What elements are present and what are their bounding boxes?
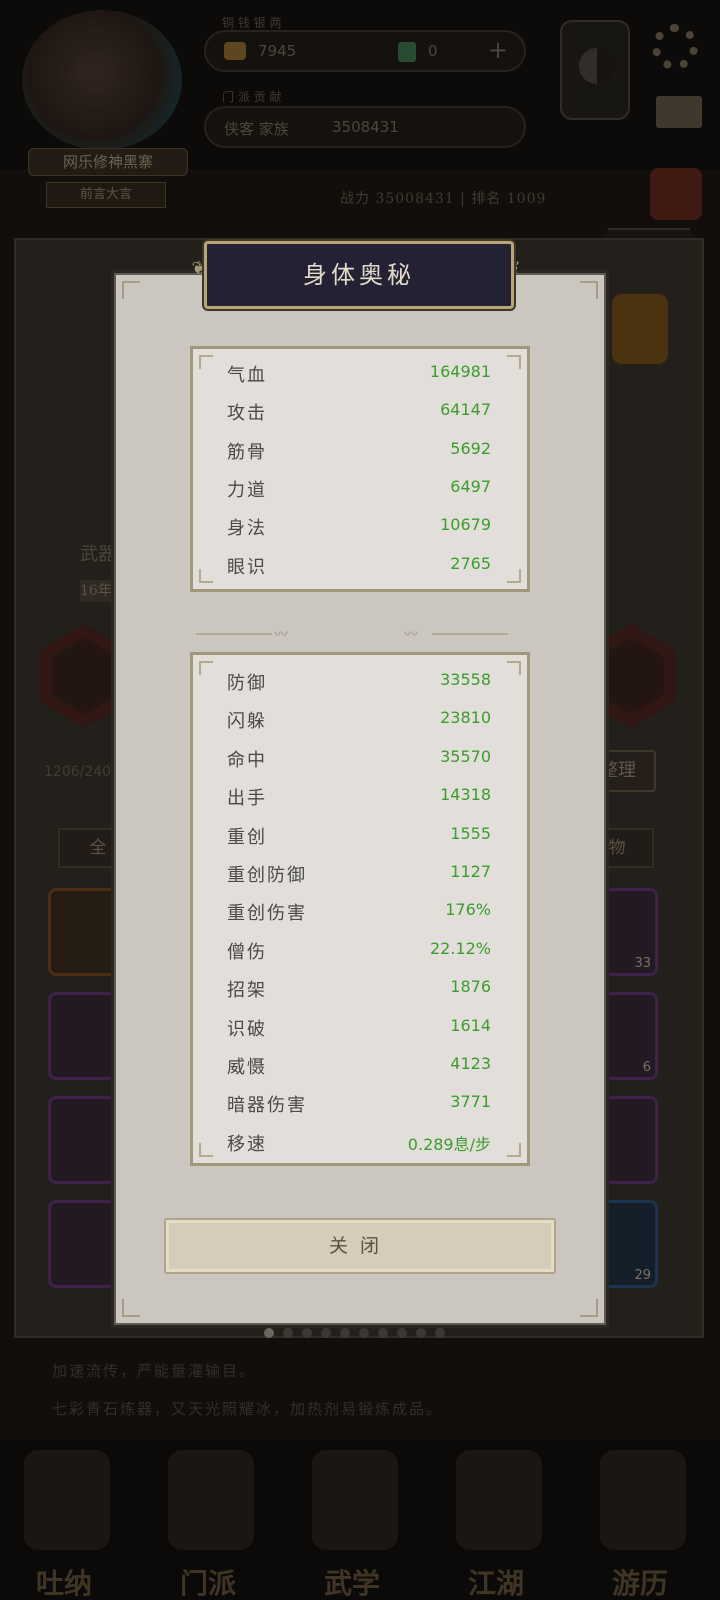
stat-value: 1555 [450,823,491,843]
stat-row: 筋骨 5692 [227,438,491,468]
frame-corner [199,661,213,675]
stat-name: 力道 [227,479,267,501]
stat-row: 识破 1614 [227,1015,491,1045]
frame-corner [199,355,213,369]
stat-value: 3771 [450,1092,491,1112]
stat-name: 移速 [227,1133,267,1155]
divider [196,633,272,635]
stat-row: 命中 35570 [227,746,491,776]
frame-corner [507,569,521,583]
stat-value: 2765 [450,553,491,573]
stat-name: 命中 [227,749,267,771]
page-dot[interactable] [264,1328,274,1338]
stat-row: 移速 0.289息/步 [227,1130,491,1160]
stat-name: 气血 [227,365,267,386]
stat-value: 5692 [450,438,491,458]
stat-name: 攻击 [227,403,267,425]
close-button[interactable]: 关闭 [164,1218,556,1274]
page-dot[interactable] [435,1328,445,1338]
stat-value: 14318 [440,785,491,805]
stat-row: 重创 1555 [227,823,491,853]
page-dot[interactable] [397,1328,407,1338]
stat-name: 威慑 [227,1057,267,1078]
ornament-icon: 〰 [274,627,288,643]
page-dot[interactable] [340,1328,350,1338]
page-dot[interactable] [321,1328,331,1338]
frame-corner [507,1143,521,1157]
stat-value: 23810 [440,708,491,728]
stat-name: 重创 [227,826,267,848]
frame-corner [580,281,598,299]
stat-row: 暗器伤害 3771 [227,1091,491,1121]
frame-corner [507,661,521,675]
page-dot[interactable] [378,1328,388,1338]
stat-value: 35570 [440,746,491,766]
stat-row: 招架 1876 [227,976,491,1006]
stat-name: 身法 [227,518,267,540]
frame-corner [122,1299,140,1317]
stat-name: 眼识 [227,556,267,578]
frame-corner [199,1143,213,1157]
page-indicator [264,1328,464,1340]
stat-row: 重创防御 1127 [227,861,491,891]
stat-value: 6497 [450,476,491,496]
stat-name: 招架 [227,980,267,1002]
stat-value: 0.289息/步 [407,1134,491,1154]
stat-value: 10679 [440,515,491,535]
stat-value: 64147 [440,400,491,420]
page-dot[interactable] [359,1328,369,1338]
dialog-title-plate: 身体奥秘 [204,241,514,309]
stat-row: 威慑 4123 [227,1053,491,1083]
stat-name: 防御 [227,673,267,694]
stat-value: 176% [445,900,491,920]
stat-row: 眼识 2765 [227,553,491,583]
stat-name: 僧伤 [227,941,267,963]
stat-name: 出手 [227,788,267,810]
frame-corner [199,569,213,583]
frame-corner [580,1299,598,1317]
stat-row: 气血 164981 [227,361,491,391]
stat-name: 重创伤害 [227,903,307,925]
primary-stats-panel: 气血 164981 攻击 64147 筋骨 5692 力道 6497 身法 10679 眼识 2765 [190,346,530,592]
stat-value: 164981 [429,362,491,381]
ornament-icon: 〰 [404,627,418,643]
page-dot[interactable] [302,1328,312,1338]
stat-value: 33558 [440,670,491,689]
secondary-stats-panel: 防御 33558 闪躲 23810 命中 35570 出手 14318 重创 1555 重创防御 11… [190,652,530,1166]
page-dot[interactable] [283,1328,293,1338]
stat-name: 暗器伤害 [227,1095,307,1117]
stat-value: 1127 [450,862,491,881]
frame-corner [507,355,521,369]
stat-value: 1876 [450,977,491,997]
frame-corner [122,281,140,299]
stat-row: 身法 10679 [227,514,491,544]
stat-name: 筋骨 [227,441,267,463]
stat-value: 22.12% [429,938,491,958]
stat-name: 识破 [227,1018,267,1040]
stat-row: 防御 33558 [227,669,491,699]
stat-name: 重创防御 [227,865,307,886]
stat-value: 4123 [450,1054,491,1073]
stat-value: 1614 [450,1015,491,1035]
page-dot[interactable] [416,1328,426,1338]
stat-row: 攻击 64147 [227,399,491,429]
stat-row: 闪躲 23810 [227,707,491,737]
dialog-title: 身体奥秘 [303,261,415,289]
stat-row: 出手 14318 [227,784,491,814]
divider [432,633,508,635]
stat-row: 僧伤 22.12% [227,938,491,968]
stat-row: 重创伤害 176% [227,899,491,929]
stat-name: 闪躲 [227,711,267,733]
stat-row: 力道 6497 [227,476,491,506]
